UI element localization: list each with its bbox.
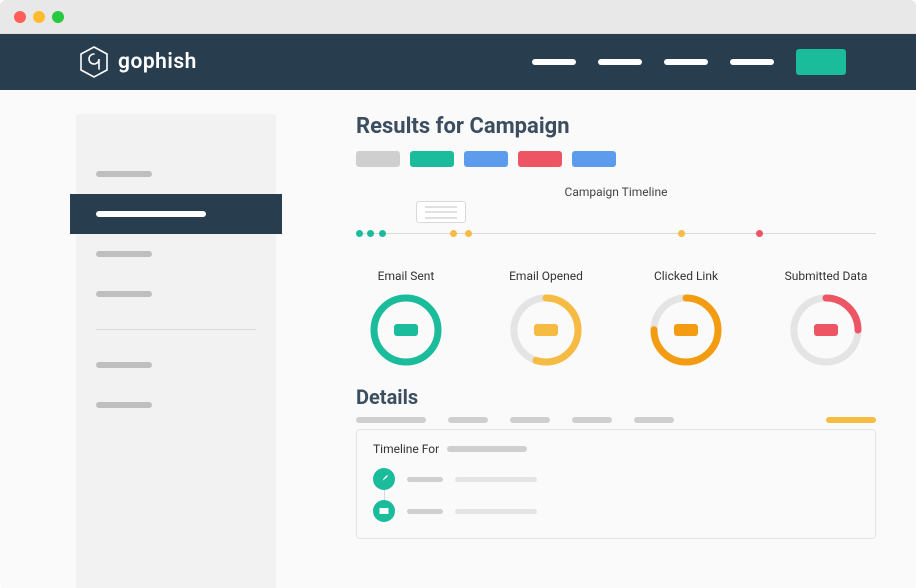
stat-label: Clicked Link bbox=[636, 269, 736, 283]
timeline-point[interactable] bbox=[379, 230, 386, 237]
page-title: Results for Campaign bbox=[356, 114, 876, 139]
stats-row: Email Sent Email Opened Clicked Link Sub… bbox=[356, 269, 876, 367]
detail-box-title: Timeline For bbox=[373, 442, 859, 456]
timeline-event-icon-launch bbox=[373, 468, 395, 490]
timeline-row-2 bbox=[373, 500, 859, 522]
nav-right bbox=[532, 49, 846, 75]
timeline[interactable] bbox=[356, 229, 876, 239]
stat-donut bbox=[789, 293, 863, 367]
stat-2: Email Opened bbox=[496, 269, 596, 367]
stat-value-chip bbox=[674, 324, 698, 336]
details-header-row bbox=[356, 417, 876, 423]
stat-value-chip bbox=[534, 324, 558, 336]
stat-label: Email Sent bbox=[356, 269, 456, 283]
action-button-row bbox=[356, 151, 876, 167]
nav-link-4[interactable] bbox=[730, 59, 774, 65]
sidebar-item-3[interactable] bbox=[76, 234, 276, 274]
content-area: Results for Campaign Campaign Timeline E… bbox=[0, 90, 916, 588]
window-zoom-icon[interactable] bbox=[52, 11, 64, 23]
detail-header-col-1[interactable] bbox=[356, 417, 426, 423]
details-title: Details bbox=[356, 385, 876, 409]
window-titlebar bbox=[0, 0, 916, 34]
detail-header-col-6[interactable] bbox=[826, 417, 876, 423]
action-button-1[interactable] bbox=[356, 151, 400, 167]
tl-short-placeholder bbox=[407, 509, 443, 514]
rocket-icon bbox=[378, 473, 390, 485]
timeline-for-subject-placeholder bbox=[447, 446, 527, 452]
action-button-4[interactable] bbox=[518, 151, 562, 167]
sidebar bbox=[76, 114, 276, 588]
detail-header-col-2[interactable] bbox=[448, 417, 488, 423]
stat-4: Submitted Data bbox=[776, 269, 876, 367]
timeline-for-label: Timeline For bbox=[373, 442, 439, 456]
nav-link-2[interactable] bbox=[598, 59, 642, 65]
timeline-point[interactable] bbox=[678, 230, 685, 237]
envelope-icon bbox=[378, 505, 390, 517]
timeline-point[interactable] bbox=[465, 230, 472, 237]
gophish-logo-icon bbox=[80, 46, 108, 78]
window-minimize-icon[interactable] bbox=[33, 11, 45, 23]
timeline-point[interactable] bbox=[450, 230, 457, 237]
detail-box: Timeline For bbox=[356, 429, 876, 539]
sidebar-item-2-active[interactable] bbox=[70, 194, 282, 234]
timeline-row-1 bbox=[373, 468, 859, 490]
stat-donut bbox=[509, 293, 583, 367]
stat-1: Email Sent bbox=[356, 269, 456, 367]
stat-3: Clicked Link bbox=[636, 269, 736, 367]
timeline-point[interactable] bbox=[367, 230, 374, 237]
timeline-section bbox=[356, 201, 876, 239]
window-close-icon[interactable] bbox=[14, 11, 26, 23]
stat-label: Submitted Data bbox=[776, 269, 876, 283]
stat-value-chip bbox=[394, 324, 418, 336]
detail-header-col-5[interactable] bbox=[634, 417, 674, 423]
stat-label: Email Opened bbox=[496, 269, 596, 283]
timeline-popover bbox=[416, 201, 466, 223]
tl-long-placeholder bbox=[455, 509, 537, 514]
timeline-point[interactable] bbox=[756, 230, 763, 237]
timeline-label: Campaign Timeline bbox=[356, 185, 876, 199]
navbar: gophish bbox=[0, 34, 916, 90]
tl-short-placeholder bbox=[407, 477, 443, 482]
nav-primary-button[interactable] bbox=[796, 49, 846, 75]
app-window: gophish Results for Campaign Campaign Ti… bbox=[0, 0, 916, 588]
sidebar-item-1[interactable] bbox=[76, 154, 276, 194]
sidebar-separator bbox=[96, 329, 256, 330]
action-button-3[interactable] bbox=[464, 151, 508, 167]
main: Results for Campaign Campaign Timeline E… bbox=[356, 114, 916, 588]
tl-long-placeholder bbox=[455, 477, 537, 482]
stat-value-chip bbox=[814, 324, 838, 336]
stat-donut bbox=[649, 293, 723, 367]
timeline-point[interactable] bbox=[356, 230, 363, 237]
brand[interactable]: gophish bbox=[80, 46, 197, 78]
nav-link-3[interactable] bbox=[664, 59, 708, 65]
sidebar-item-6[interactable] bbox=[76, 385, 276, 425]
action-button-5[interactable] bbox=[572, 151, 616, 167]
sidebar-item-5[interactable] bbox=[76, 345, 276, 385]
stat-donut bbox=[369, 293, 443, 367]
action-button-2[interactable] bbox=[410, 151, 454, 167]
timeline-axis bbox=[356, 233, 876, 234]
brand-name: gophish bbox=[118, 50, 197, 74]
nav-link-1[interactable] bbox=[532, 59, 576, 65]
timeline-event-icon-sent bbox=[373, 500, 395, 522]
detail-header-col-3[interactable] bbox=[510, 417, 550, 423]
sidebar-item-4[interactable] bbox=[76, 274, 276, 314]
detail-header-col-4[interactable] bbox=[572, 417, 612, 423]
